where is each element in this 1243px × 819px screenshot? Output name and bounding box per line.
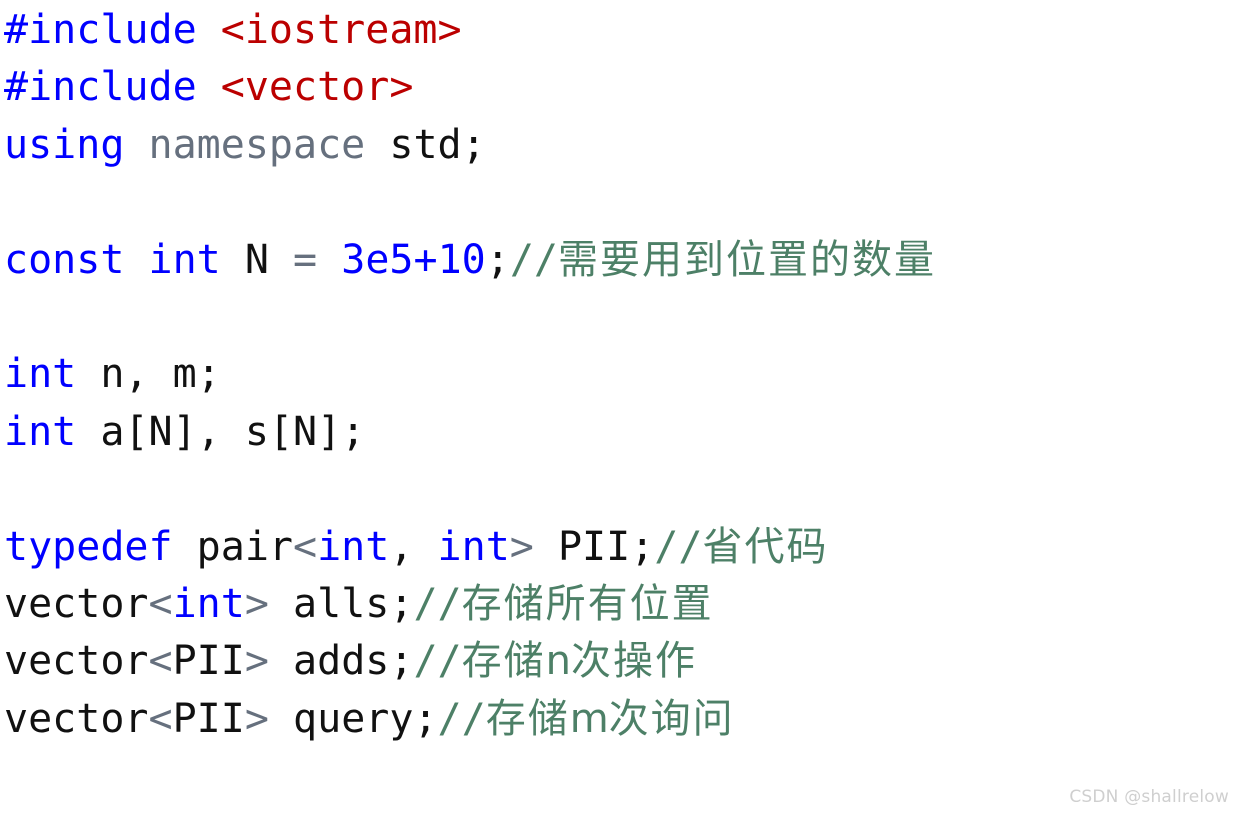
code-token: vector [4,695,149,742]
code-token: vector [4,638,149,685]
code-token: // [413,638,462,685]
code-token: , [389,523,414,570]
code-token: query; [293,695,438,742]
code-token: 存储 [485,695,570,742]
code-token: a[N], s[N]; [100,408,366,455]
code-token: const [4,236,125,283]
code-line: typedef pair<int, int> PII;//省代码 [4,519,1243,576]
code-token: < [148,638,173,685]
code-token: // [509,236,558,283]
code-line: const int N = 3e5+10;//需要用到位置的数量 [4,232,1243,289]
code-token: > [244,638,269,685]
code-token: > [509,523,534,570]
code-token: #include [4,64,197,111]
code-line: int n, m; [4,346,1243,403]
code-line: vector<PII> query;//存储m次询问 [4,691,1243,748]
code-line: vector<int> alls;//存储所有位置 [4,576,1243,633]
code-token: using [4,121,125,168]
code-token: PII [172,695,245,742]
code-token: // [437,695,486,742]
code-token: <vector> [220,64,414,111]
code-token: int [317,523,390,570]
code-token: std; [389,121,486,168]
code-token: adds; [293,638,414,685]
code-token: = [293,236,318,283]
code-line: vector<PII> adds;//存储n次操作 [4,633,1243,690]
code-token: 需要用到位置的数量 [558,236,936,283]
code-line: using namespace std; [4,117,1243,174]
code-token: m [569,695,609,742]
code-token: int [148,236,221,283]
code-token: 次询问 [608,695,735,742]
code-token: < [148,580,173,627]
code-token: PII [172,638,245,685]
code-token: > [244,695,269,742]
code-token: typedef [4,523,173,570]
code-token: namespace [148,121,366,168]
code-token: N [244,236,269,283]
code-token: < [293,523,318,570]
code-line: #include <iostream> [4,2,1243,59]
code-token: pair [196,523,293,570]
csdn-watermark: CSDN @shallrelow [1069,787,1229,807]
code-token: <iostream> [220,7,462,53]
code-token: n [545,638,571,685]
code-token: vector [4,580,149,627]
code-token: n, m; [100,351,221,398]
code-token: // [413,580,462,627]
code-token: PII; [557,523,655,570]
code-line: #include <vector> [4,59,1243,116]
code-token: int [172,580,245,627]
code-token: 存储所有位置 [461,580,714,627]
code-token: #include [4,7,197,53]
code-token: int [4,408,77,455]
code-token: > [244,580,269,627]
code-listing: #include <iostream> #include <vector> usin… [4,2,1243,748]
code-token: 存储 [461,638,546,685]
code-token: 省代码 [702,523,829,570]
code-token: ; [485,236,510,283]
code-token: // [654,523,703,570]
code-token: int [4,351,77,398]
code-token: int [437,523,510,570]
code-token: 次操作 [570,638,697,685]
code-token: alls; [293,580,414,627]
code-token: < [148,695,173,742]
code-token: 3e5+10 [341,236,486,283]
code-line: int a[N], s[N]; [4,404,1243,461]
